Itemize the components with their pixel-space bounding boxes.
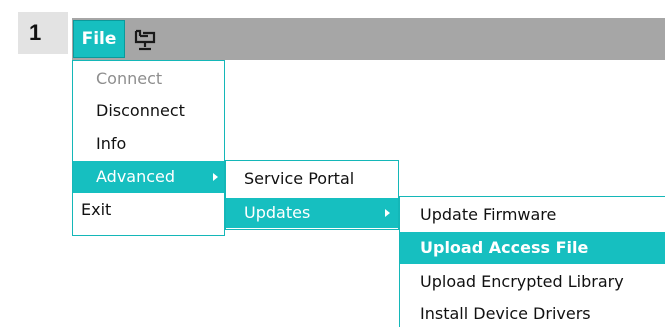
menu-item-install-device-drivers[interactable]: Install Device Drivers bbox=[400, 298, 665, 327]
menu-item-service-portal[interactable]: Service Portal bbox=[226, 162, 398, 196]
submenu-arrow-icon bbox=[213, 173, 218, 181]
menu-item-upload-access-file[interactable]: Upload Access File bbox=[400, 232, 665, 264]
file-menu-button[interactable]: File bbox=[73, 20, 125, 58]
updates-submenu: Update Firmware Upload Access File Uploa… bbox=[399, 196, 665, 327]
menu-item-label: Info bbox=[96, 134, 127, 153]
menu-bar bbox=[72, 18, 665, 60]
menu-item-update-firmware[interactable]: Update Firmware bbox=[400, 198, 665, 232]
menu-item-label: Exit bbox=[81, 200, 112, 219]
menu-item-exit[interactable]: Exit bbox=[73, 194, 224, 226]
advanced-submenu: Service Portal Updates bbox=[225, 160, 399, 230]
menu-item-label: Update Firmware bbox=[420, 205, 557, 224]
menu-item-advanced[interactable]: Advanced bbox=[73, 161, 224, 193]
menu-item-label: Advanced bbox=[96, 167, 176, 186]
menu-item-label: Install Device Drivers bbox=[420, 304, 591, 323]
menu-item-upload-encrypted-library[interactable]: Upload Encrypted Library bbox=[400, 265, 665, 298]
file-dropdown-menu: Connect Disconnect Info Advanced Exit bbox=[72, 60, 225, 236]
menu-item-label: Upload Encrypted Library bbox=[420, 272, 624, 291]
step-number-badge: 1 bbox=[18, 12, 68, 54]
device-monitor-icon[interactable] bbox=[133, 28, 159, 52]
submenu-arrow-icon bbox=[385, 209, 390, 217]
menu-item-connect[interactable]: Connect bbox=[73, 64, 224, 94]
menu-item-label: Connect bbox=[96, 69, 163, 88]
menu-item-label: Disconnect bbox=[96, 101, 185, 120]
menu-item-label: Service Portal bbox=[244, 169, 355, 188]
menu-item-disconnect[interactable]: Disconnect bbox=[73, 95, 224, 127]
menu-item-label: Updates bbox=[244, 203, 311, 222]
menu-item-updates[interactable]: Updates bbox=[226, 198, 398, 228]
screenshot-stage: 1 File Connect Disconnect Info Advanced … bbox=[0, 0, 665, 327]
menu-item-info[interactable]: Info bbox=[73, 128, 224, 160]
menu-item-label: Upload Access File bbox=[420, 238, 589, 257]
